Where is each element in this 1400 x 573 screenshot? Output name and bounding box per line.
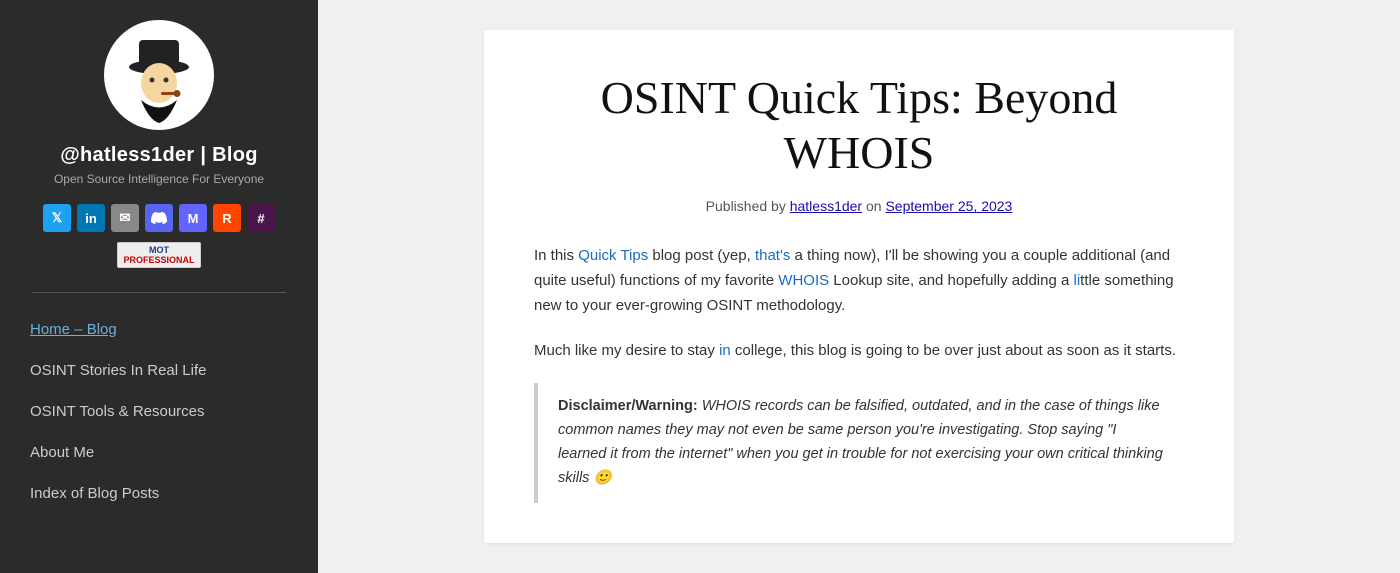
- nav-item-osint-tools[interactable]: OSINT Tools & Resources: [30, 391, 288, 432]
- in-link[interactable]: in: [719, 342, 731, 359]
- article-title: OSINT Quick Tips: Beyond WHOIS: [534, 70, 1184, 180]
- article-meta: Published by hatless1der on September 25…: [534, 198, 1184, 214]
- site-title: @hatless1der | Blog: [60, 144, 258, 167]
- article-para-1: In this Quick Tips blog post (yep, that'…: [534, 244, 1184, 318]
- mot-text: MOT: [149, 245, 169, 255]
- little-link[interactable]: li: [1074, 272, 1081, 289]
- slack-icon[interactable]: #: [247, 204, 275, 232]
- social-icons-group: 𝕏 in ✉ M R #: [33, 204, 285, 232]
- main-content: OSINT Quick Tips: Beyond WHOIS Published…: [318, 0, 1400, 573]
- article-para-2: Much like my desire to stay in college, …: [534, 339, 1184, 364]
- site-logo: [104, 20, 214, 130]
- mot-badge[interactable]: MOT PROFESSIONAL: [117, 242, 200, 268]
- blockquote-bold: Disclaimer/Warning:: [558, 398, 698, 414]
- blockquote: Disclaimer/Warning: WHOIS records can be…: [534, 383, 1184, 503]
- thats-link[interactable]: that's: [755, 247, 790, 264]
- quick-tips-link[interactable]: Quick Tips: [578, 247, 648, 264]
- mastodon-icon[interactable]: M: [179, 204, 207, 232]
- twitter-icon[interactable]: 𝕏: [43, 204, 71, 232]
- nav-item-osint-stories[interactable]: OSINT Stories In Real Life: [30, 350, 288, 391]
- nav-item-home[interactable]: Home – Blog: [30, 309, 288, 350]
- site-subtitle: Open Source Intelligence For Everyone: [44, 172, 274, 186]
- meta-on: on: [862, 198, 885, 214]
- meta-prefix: Published by: [706, 198, 790, 214]
- blockquote-text: Disclaimer/Warning: WHOIS records can be…: [558, 395, 1164, 491]
- sidebar: @hatless1der | Blog Open Source Intellig…: [0, 0, 318, 573]
- linkedin-icon[interactable]: in: [77, 204, 105, 232]
- email-icon[interactable]: ✉: [111, 204, 139, 232]
- sidebar-nav: Home – Blog OSINT Stories In Real Life O…: [0, 309, 318, 514]
- meta-date[interactable]: September 25, 2023: [885, 198, 1012, 214]
- nav-item-about[interactable]: About Me: [30, 432, 288, 473]
- nav-item-index[interactable]: Index of Blog Posts: [30, 473, 288, 514]
- sidebar-divider: [32, 292, 286, 293]
- meta-author[interactable]: hatless1der: [790, 198, 862, 214]
- article-card: OSINT Quick Tips: Beyond WHOIS Published…: [484, 30, 1234, 543]
- discord-icon[interactable]: [145, 204, 173, 232]
- reddit-icon[interactable]: R: [213, 204, 241, 232]
- whois-link[interactable]: WHOIS: [778, 272, 829, 289]
- mot-subtext: PROFESSIONAL: [123, 255, 194, 265]
